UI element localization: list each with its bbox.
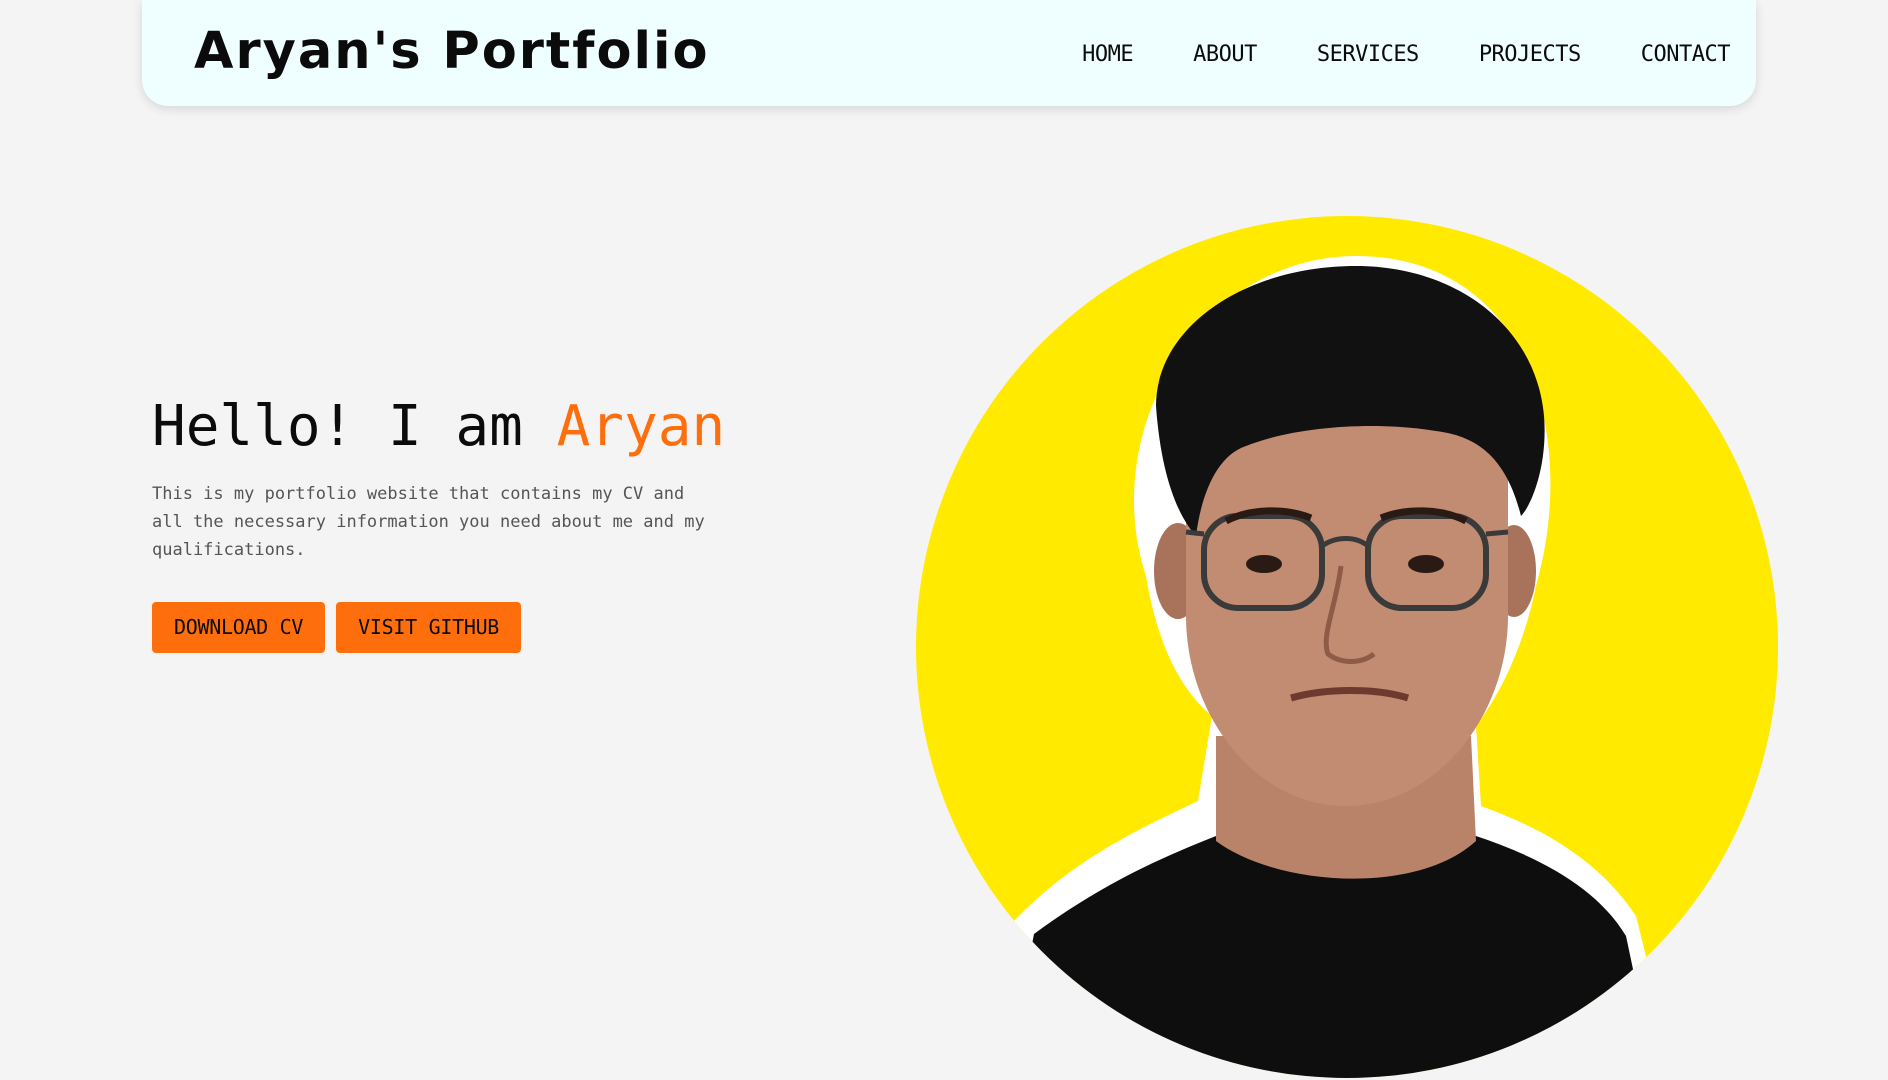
download-cv-button[interactable]: DOWNLOAD CV [152,602,326,653]
hero-description: This is my portfolio website that contai… [152,484,705,560]
hero-heading: Hello! I am Aryan [152,392,772,462]
visit-github-button[interactable]: VISIT GITHUB [336,602,522,653]
profile-photo [916,216,1778,1078]
nav-link-contact[interactable]: CONTACT [1641,38,1731,72]
nav-link-services[interactable]: SERVICES [1317,38,1419,72]
site-logo-title[interactable]: Aryan's Portfolio [194,22,710,82]
nav-link-home[interactable]: HOME [1082,38,1133,72]
hero-section: Hello! I am Aryan This is my portfolio w… [152,392,772,564]
navbar: Aryan's Portfolio HOME ABOUT SERVICES PR… [142,0,1756,106]
hero-name: Aryan [556,394,726,459]
hero-greeting: Hello! I am [152,394,557,459]
main-nav: HOME ABOUT SERVICES PROJECTS CONTACT [1022,38,1730,72]
nav-link-projects[interactable]: PROJECTS [1479,38,1581,72]
nav-link-about[interactable]: ABOUT [1193,38,1257,72]
profile-photo-illustration [976,256,1676,1078]
hero-buttons: DOWNLOAD CV VISIT GITHUB [152,602,522,653]
